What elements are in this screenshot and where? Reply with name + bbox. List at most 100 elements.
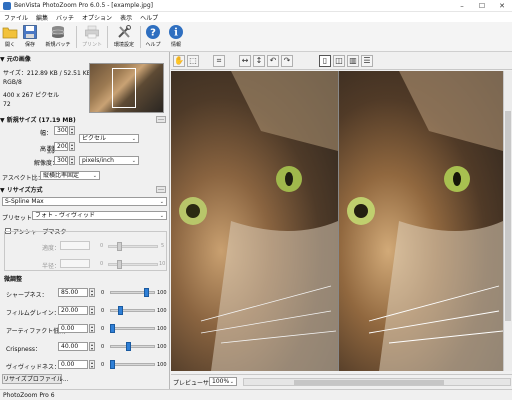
finetune-slider-thumb[interactable] <box>144 288 149 297</box>
height-stepper[interactable]: ▴ ▾ <box>69 142 75 151</box>
finetune-input[interactable]: 20.00 <box>58 306 88 315</box>
save-button[interactable]: 保存 <box>22 24 38 51</box>
finetune-slider-thumb[interactable] <box>126 342 131 351</box>
source-size: サイズ：212.89 KB / 52.51 KB <box>3 70 91 77</box>
finetune-min: 0 <box>101 344 105 350</box>
resize-profile-button[interactable]: リサイズプロファイル... <box>2 374 69 384</box>
zoom-select[interactable]: 100% ⌄ <box>209 377 237 386</box>
info-button[interactable]: i 情報 <box>168 24 184 51</box>
finetune-label: シャープネス： <box>6 292 48 299</box>
amount-input <box>60 241 90 250</box>
batch-stack-icon <box>51 26 65 38</box>
width-input[interactable]: 3000 <box>54 126 68 135</box>
finetune-max: 100 <box>157 344 167 350</box>
aspect-value: 縦横比率固定 <box>43 172 80 179</box>
print-button[interactable]: プリント <box>80 24 104 51</box>
rotate-left-icon[interactable]: ↶ <box>267 55 279 67</box>
radius-input <box>60 259 90 268</box>
help-button[interactable]: ? ヘルプ <box>144 24 162 51</box>
finetune-slider[interactable] <box>110 363 155 366</box>
dual-view-icon[interactable]: ▥ <box>347 55 359 67</box>
new-batch-button[interactable]: 新規バッチ <box>44 24 72 51</box>
hand-tool-icon[interactable]: ✋ <box>173 55 185 67</box>
horizontal-scroll-thumb[interactable] <box>294 380 444 385</box>
finetune-input[interactable]: 0.00 <box>58 324 88 333</box>
chevron-down-icon: ⌄ <box>229 379 234 385</box>
res-stepper[interactable]: ▴ ▾ <box>69 156 75 165</box>
crop-select-icon[interactable]: ⬚ <box>187 55 199 67</box>
save-label: 保存 <box>24 42 35 48</box>
preview-bar: プレビューサイズ： 100% ⌄ <box>171 374 512 388</box>
aspect-select[interactable]: 縦横比率固定 ⌄ <box>40 171 100 180</box>
crop-icon[interactable]: ⌗ <box>213 55 225 67</box>
source-header[interactable]: ▼ 元の画像 <box>0 54 31 63</box>
fit-height-icon[interactable]: ↕ <box>253 55 265 67</box>
preset-value: フォト - ヴィヴィッド <box>35 212 95 219</box>
finetune-min: 0 <box>101 326 105 332</box>
cat-image-result <box>339 71 503 371</box>
newsize-header[interactable]: ▼ 新規サイズ (17.19 MB) <box>0 115 76 124</box>
rotate-right-icon[interactable]: ↷ <box>281 55 293 67</box>
single-view-icon[interactable]: ▯ <box>319 55 331 67</box>
menu-options[interactable]: オプション <box>78 12 116 22</box>
finetune-input[interactable]: 85.00 <box>58 288 88 297</box>
finetune-input[interactable]: 0.00 <box>58 360 88 369</box>
resize-more-button[interactable]: … <box>156 186 166 193</box>
resize-header[interactable]: ▼ リサイズ方式 <box>0 185 43 194</box>
menu-batch[interactable]: バッチ <box>52 12 78 22</box>
radius-max: 10 <box>159 261 166 267</box>
fit-width-icon[interactable]: ↔ <box>239 55 251 67</box>
help-icon: ? <box>146 25 160 39</box>
minimize-icon[interactable]: – <box>452 0 472 12</box>
finetune-slider[interactable] <box>110 309 155 312</box>
horizontal-scrollbar[interactable] <box>243 378 511 386</box>
finetune-min: 0 <box>101 308 105 314</box>
finetune-stepper[interactable]: ▴ ▾ <box>89 342 95 351</box>
amount-min: 0 <box>100 243 104 249</box>
preset-select[interactable]: フォト - ヴィヴィッド ⌄ <box>32 211 167 220</box>
preview-original[interactable] <box>171 71 338 371</box>
finetune-stepper[interactable]: ▴ ▾ <box>89 324 95 333</box>
thumbnail-crop-frame[interactable] <box>112 68 136 108</box>
radius-min: 0 <box>100 261 104 267</box>
menu-edit[interactable]: 編集 <box>32 12 52 22</box>
height-input[interactable]: 2003 <box>54 142 68 151</box>
open-label: 開く <box>4 42 15 48</box>
finetune-slider[interactable] <box>110 327 155 330</box>
open-button[interactable]: 開く <box>2 24 18 51</box>
finetune-max: 100 <box>157 362 167 368</box>
vertical-scroll-thumb[interactable] <box>505 111 511 321</box>
cat-image-original <box>171 71 338 371</box>
quad-view-icon[interactable]: ☰ <box>361 55 373 67</box>
env-settings-button[interactable]: 環境設定 <box>111 24 137 51</box>
menu-help[interactable]: ヘルプ <box>136 12 162 22</box>
preview-result[interactable] <box>339 71 503 371</box>
amount-max: 5 <box>161 243 165 249</box>
finetune-slider-thumb[interactable] <box>110 360 115 369</box>
settings-panel: ▼ 元の画像 サイズ：212.89 KB / 52.51 KB RGB/8 40… <box>0 52 170 389</box>
finetune-slider[interactable] <box>110 345 155 348</box>
newsize-more-button[interactable]: … <box>156 116 166 123</box>
finetune-stepper[interactable]: ▴ ▾ <box>89 360 95 369</box>
width-stepper[interactable]: ▴ ▾ <box>69 126 75 135</box>
finetune-input[interactable]: 40.00 <box>58 342 88 351</box>
method-select[interactable]: S-Spline Max ⌄ <box>2 197 167 206</box>
info-icon: i <box>169 25 183 39</box>
source-thumbnail[interactable] <box>89 63 164 113</box>
res-input[interactable]: 300 <box>54 156 68 165</box>
menu-file[interactable]: ファイル <box>0 12 32 22</box>
info-label: 情報 <box>170 42 181 48</box>
radius-label: 半径： <box>42 263 61 270</box>
finetune-stepper[interactable]: ▴ ▾ <box>89 288 95 297</box>
size-unit-select[interactable]: ピクセル ⌄ <box>79 134 139 143</box>
finetune-slider-thumb[interactable] <box>118 306 123 315</box>
split-view-icon[interactable]: ◫ <box>333 55 345 67</box>
toolbar-separator <box>107 26 108 48</box>
res-unit-select[interactable]: pixels/inch ⌄ <box>79 156 139 165</box>
finetune-stepper[interactable]: ▴ ▾ <box>89 306 95 315</box>
vertical-scrollbar[interactable] <box>503 71 512 371</box>
finetune-slider-thumb[interactable] <box>110 324 115 333</box>
menu-view[interactable]: 表示 <box>116 12 136 22</box>
close-icon[interactable]: ✕ <box>492 0 512 12</box>
maximize-icon[interactable]: ☐ <box>472 0 492 12</box>
